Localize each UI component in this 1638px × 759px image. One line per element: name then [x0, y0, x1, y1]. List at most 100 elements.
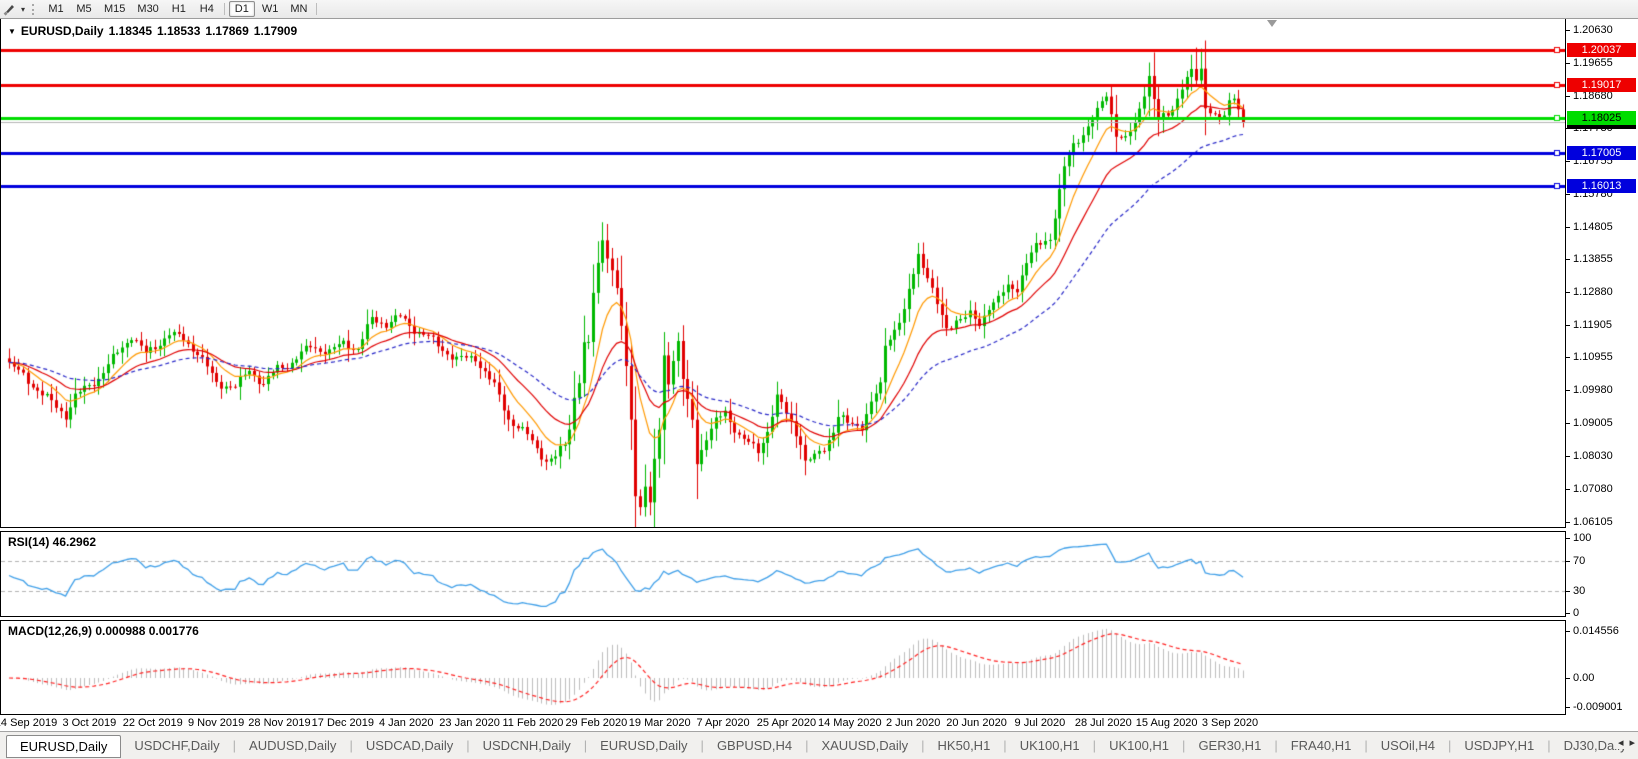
price-badge: 1.18025	[1567, 111, 1636, 125]
chart-tab-usdjpy-h1[interactable]: USDJPY,H1	[1451, 735, 1547, 756]
date-label: 28 Jul 2020	[1074, 717, 1132, 729]
price-tick-label: 1.18680	[1573, 90, 1613, 102]
rsi-tick-label: 0	[1573, 607, 1580, 619]
chart-tab-eurusd-daily[interactable]: EURUSD,Daily	[6, 734, 122, 758]
tab-scroll-right-icon[interactable]: ▸	[1629, 736, 1635, 749]
tab-scroll-left-icon[interactable]: ◂	[1618, 736, 1624, 749]
main-chart-pane	[0, 18, 1566, 528]
mt4-window: ▾ M1 M5 M15 M30 H1 H4 D1 W1 MN ▼ EURUSD,Daily 1.…	[0, 0, 1638, 759]
axis-tick	[1566, 96, 1570, 97]
chart-tab-usoil-h4[interactable]: USOil,H4	[1368, 735, 1448, 756]
macd-pane	[0, 620, 1566, 715]
axis-tick	[1566, 390, 1570, 391]
macd-chart-canvas[interactable]	[1, 621, 1565, 714]
toolbar-separator	[316, 3, 318, 15]
tool-dropdown-icon[interactable]: ▾	[18, 5, 28, 14]
macd-indicator-label: MACD(12,26,9) 0.000988 0.001776	[8, 624, 199, 638]
ohlc-high: 1.18533	[157, 24, 201, 38]
date-label: 9 Jul 2020	[1014, 717, 1066, 729]
symbol-dropdown-icon[interactable]: ▼	[8, 27, 16, 36]
date-label: 3 Oct 2019	[62, 717, 117, 729]
rsi-tick-label: 70	[1573, 555, 1586, 567]
price-tick-label: 1.08030	[1573, 450, 1613, 462]
macd-tick-label: 0.00	[1573, 672, 1595, 684]
date-axis[interactable]: 14 Sep 2019 3 Oct 2019 22 Oct 2019 9 Nov 20…	[0, 715, 1638, 731]
axis-tick	[1566, 613, 1570, 614]
date-label: 25 Apr 2020	[756, 717, 817, 729]
timeframe-button-h1[interactable]: H1	[166, 1, 192, 17]
axis-tick	[1566, 489, 1570, 490]
price-tick-label: 1.15780	[1573, 188, 1613, 200]
axis-tick	[1566, 194, 1570, 195]
chart-tab-gbpusd-h4[interactable]: GBPUSD,H4	[704, 735, 805, 756]
axis-tick	[1566, 456, 1570, 457]
date-label: 4 Jan 2020	[379, 717, 434, 729]
chart-tab-hk50-h1[interactable]: HK50,H1	[925, 735, 1004, 756]
toolbar-grip	[32, 3, 37, 15]
axis-tick	[1566, 423, 1570, 424]
symbol-label: EURUSD,Daily	[20, 24, 104, 38]
drawing-tool-icon[interactable]	[0, 1, 18, 17]
date-label: 22 Oct 2019	[122, 717, 183, 729]
chart-tab-uk100-h1[interactable]: UK100,H1	[1007, 735, 1093, 756]
axis-tick	[1566, 561, 1570, 562]
axis-tick	[1566, 678, 1570, 679]
ohlc-close: 1.17909	[253, 24, 298, 38]
timeframe-button-d1[interactable]: D1	[228, 1, 255, 17]
price-tick-label: 1.16755	[1573, 155, 1613, 167]
axis-tick	[1566, 707, 1570, 708]
date-label: 14 Sep 2019	[0, 717, 58, 729]
main-chart-canvas[interactable]	[1, 19, 1565, 527]
rsi-chart-canvas[interactable]	[1, 532, 1565, 616]
chart-tab-usdcad-daily[interactable]: USDCAD,Daily	[353, 735, 466, 756]
timeframe-button-m5[interactable]: M5	[71, 1, 97, 17]
date-label: 7 Apr 2020	[696, 717, 750, 729]
timeframe-button-mn[interactable]: MN	[285, 1, 312, 17]
axis-tick	[1566, 292, 1570, 293]
price-badge: 1.16013	[1567, 179, 1636, 193]
axis-tick	[1566, 325, 1570, 326]
axis-tick	[1566, 538, 1570, 539]
chart-tab-bar: EURUSD,Daily USDCHF,Daily | AUDUSD,Daily | US…	[0, 731, 1638, 759]
date-label: 23 Jan 2020	[439, 717, 500, 729]
price-tick-label: 1.11905	[1573, 319, 1612, 331]
timeframe-button-m1[interactable]: M1	[43, 1, 69, 17]
chart-header: ▼ EURUSD,Daily 1.18345 1.18533 1.17869 1…	[8, 24, 297, 38]
axis-tick	[1566, 522, 1570, 523]
price-tick-label: 1.09005	[1573, 417, 1613, 429]
price-tick-label: 1.14805	[1573, 221, 1613, 233]
ohlc-open: 1.18345	[108, 24, 152, 38]
chart-tab-uk100-h1[interactable]: UK100,H1	[1096, 735, 1182, 756]
price-badge: 1.17005	[1567, 146, 1636, 160]
chart-tab-usdcnh-daily[interactable]: USDCNH,Daily	[470, 735, 584, 756]
price-tick-label: 1.20630	[1573, 24, 1613, 36]
chart-shift-marker[interactable]	[1267, 20, 1277, 27]
date-label: 2 Jun 2020	[885, 717, 941, 729]
price-tick-label: 1.10955	[1573, 351, 1613, 363]
chart-tab-eurusd-daily[interactable]: EURUSD,Daily	[587, 735, 700, 756]
price-badge: 1.19017	[1567, 78, 1636, 92]
chart-tab-audusd-daily[interactable]: AUDUSD,Daily	[236, 735, 349, 756]
timeframe-button-h4[interactable]: H4	[194, 1, 220, 17]
ohlc-low: 1.17869	[205, 24, 249, 38]
timeframe-button-w1[interactable]: W1	[257, 1, 284, 17]
date-label: 29 Feb 2020	[565, 717, 628, 729]
tab-scroll-arrows: ◂ ▸	[1613, 736, 1635, 749]
price-tick-label: 1.13855	[1573, 253, 1613, 265]
timeframe-buttons: M1 M5 M15 M30 H1 H4 D1 W1 MN	[42, 1, 320, 17]
chart-tab-fra40-h1[interactable]: FRA40,H1	[1278, 735, 1365, 756]
chart-tab-usdchf-daily[interactable]: USDCHF,Daily	[121, 735, 232, 756]
rsi-pane	[0, 531, 1566, 617]
chart-tab-xauusd-daily[interactable]: XAUUSD,Daily	[808, 735, 921, 756]
date-label: 28 Nov 2019	[248, 717, 311, 729]
timeframe-button-m15[interactable]: M15	[99, 1, 130, 17]
axis-tick	[1566, 30, 1570, 31]
axis-tick	[1566, 128, 1570, 129]
timeframe-button-m30[interactable]: M30	[132, 1, 163, 17]
axis-tick	[1566, 357, 1570, 358]
rsi-tick-label: 30	[1573, 585, 1586, 597]
axis-tick	[1566, 161, 1570, 162]
chart-tab-ger30-h1[interactable]: GER30,H1	[1185, 735, 1274, 756]
date-label: 17 Dec 2019	[311, 717, 375, 729]
axis-tick	[1566, 631, 1570, 632]
